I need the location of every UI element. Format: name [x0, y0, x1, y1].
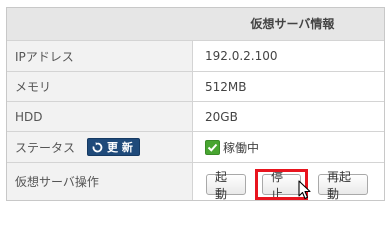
operations-label: 仮想サーバ操作	[7, 163, 193, 200]
ip-value: 192.0.2.100	[205, 49, 278, 63]
table-row-hdd: HDD 20GB	[7, 102, 384, 132]
status-label-cell: ステータス 更 新	[7, 132, 193, 162]
table-row-operations: 仮想サーバ操作 起動 停止 再起動	[7, 163, 384, 201]
refresh-icon	[92, 141, 103, 152]
table-row-memory: メモリ 512MB	[7, 72, 384, 102]
table-header: 仮想サーバ情報	[7, 8, 384, 41]
memory-label: メモリ	[7, 72, 193, 101]
ip-label: IPアドレス	[7, 41, 193, 71]
panel-title: 仮想サーバ情報	[250, 17, 335, 31]
check-icon	[205, 139, 220, 155]
start-button[interactable]: 起動	[206, 170, 246, 201]
hdd-value: 20GB	[205, 109, 238, 124]
table-row-status: ステータス 更 新 稼働中	[7, 132, 384, 163]
status-value-cell: 稼働中	[193, 132, 384, 162]
server-info-panel: 仮想サーバ情報 IPアドレス 192.0.2.100 メモリ 512MB HDD…	[6, 7, 385, 201]
restart-button[interactable]: 再起動	[318, 170, 368, 201]
operations-cell: 起動 停止 再起動	[193, 163, 384, 201]
stop-button[interactable]: 停止	[262, 170, 301, 201]
hdd-label: HDD	[7, 102, 193, 131]
table-row-ip: IPアドレス 192.0.2.100	[7, 41, 384, 72]
update-button-label: 更 新	[107, 141, 133, 154]
status-badge: 稼働中	[223, 140, 260, 155]
memory-value: 512MB	[205, 79, 247, 94]
status-label: ステータス	[15, 140, 76, 155]
update-button[interactable]: 更 新	[87, 138, 140, 156]
